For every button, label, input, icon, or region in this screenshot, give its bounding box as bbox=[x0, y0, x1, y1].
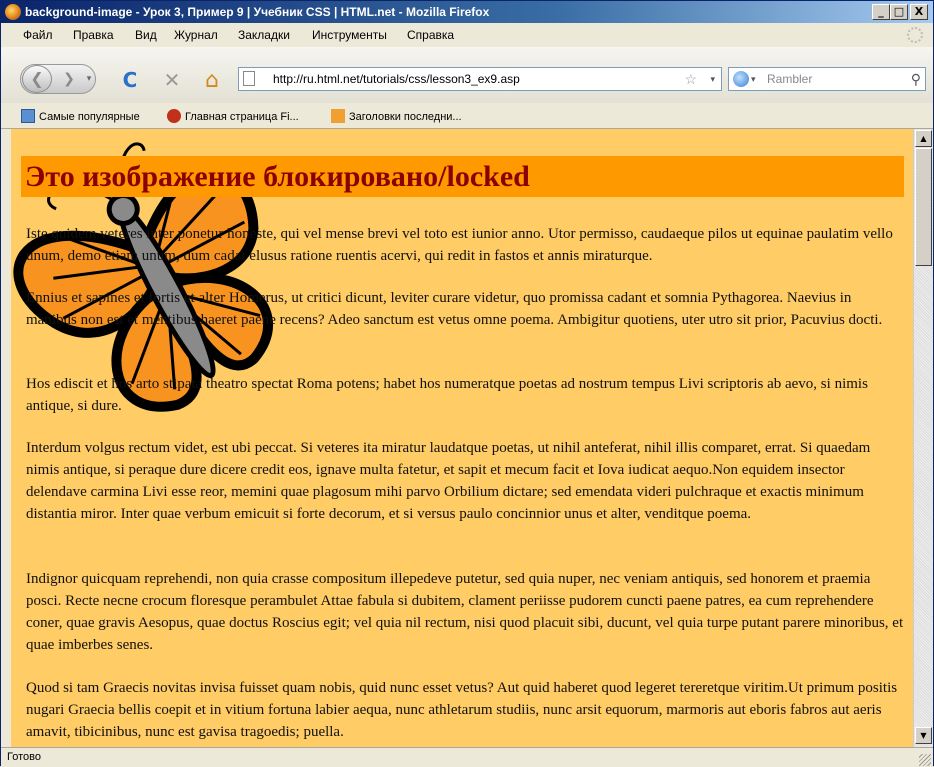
menu-history[interactable]: Журнал bbox=[174, 28, 218, 42]
url-dropdown-icon[interactable]: ▾ bbox=[710, 68, 715, 90]
forward-arrow-icon: ❯ bbox=[63, 71, 75, 87]
status-bar: Готово bbox=[1, 747, 933, 767]
scrollbar-thumb[interactable] bbox=[915, 148, 932, 266]
vertical-scrollbar[interactable]: ▲ ▼ bbox=[913, 129, 933, 747]
search-bar[interactable]: ▾ Rambler ⚲ bbox=[728, 67, 926, 91]
firefox-logo-icon bbox=[5, 4, 21, 20]
paragraph-1: Iste quidem veteres inter ponetur honest… bbox=[26, 226, 893, 264]
reload-button[interactable]: C bbox=[117, 67, 143, 93]
page-heading: Это изображение блокировано/locked bbox=[21, 156, 904, 197]
scroll-down-icon: ▼ bbox=[920, 731, 927, 740]
menu-tools[interactable]: Инструменты bbox=[312, 28, 387, 42]
home-icon: ⌂ bbox=[205, 67, 219, 93]
resize-grip-icon[interactable] bbox=[919, 754, 931, 766]
paragraph-4: Interdum volgus rectum videt, est ubi pe… bbox=[26, 440, 871, 522]
close-button[interactable]: X bbox=[910, 4, 928, 20]
menu-edit[interactable]: Правка bbox=[73, 28, 114, 42]
menu-bar: Файл Правка Вид Журнал Закладки Инструме… bbox=[1, 24, 933, 46]
firefox-page-icon bbox=[167, 109, 181, 123]
window-title: background-image - Урок 3, Пример 9 | Уч… bbox=[25, 5, 490, 19]
bookmark-firefox-home[interactable]: Главная страница Fi... bbox=[167, 109, 299, 123]
stop-button[interactable]: ✕ bbox=[159, 67, 185, 93]
menu-file[interactable]: Файл bbox=[23, 28, 53, 42]
status-text: Готово bbox=[7, 751, 41, 763]
scroll-up-button[interactable]: ▲ bbox=[915, 130, 932, 147]
bookmark-label: Заголовки последни... bbox=[349, 111, 462, 123]
bookmark-latest-headlines[interactable]: Заголовки последни... bbox=[331, 109, 462, 123]
bookmark-label: Главная страница Fi... bbox=[185, 111, 299, 123]
menu-help[interactable]: Справка bbox=[407, 28, 454, 42]
search-engine-icon[interactable] bbox=[733, 71, 749, 87]
back-arrow-icon: ❮ bbox=[30, 69, 44, 88]
maximize-button[interactable]: □ bbox=[890, 4, 908, 20]
reload-icon: C bbox=[122, 68, 138, 92]
search-icon[interactable]: ⚲ bbox=[911, 68, 921, 90]
search-placeholder[interactable]: Rambler bbox=[767, 68, 812, 90]
url-bar[interactable]: http://ru.html.net/tutorials/css/lesson3… bbox=[238, 67, 722, 91]
paragraph-5: Indignor quicquam reprehendi, non quia c… bbox=[26, 571, 904, 653]
activity-throbber-icon bbox=[907, 27, 923, 43]
history-dropdown-button[interactable]: ▾ bbox=[83, 69, 95, 89]
browser-window: background-image - Урок 3, Пример 9 | Уч… bbox=[0, 0, 934, 767]
scroll-up-icon: ▲ bbox=[920, 134, 927, 143]
paragraph-6: Quod si tam Graecis novitas invisa fuiss… bbox=[26, 680, 898, 740]
menu-bookmarks[interactable]: Закладки bbox=[238, 28, 290, 42]
bookmarks-folder-icon bbox=[21, 109, 35, 123]
menu-view[interactable]: Вид bbox=[135, 28, 157, 42]
bookmark-most-popular[interactable]: Самые популярные bbox=[21, 109, 140, 123]
bookmark-star-icon[interactable]: ☆ bbox=[684, 68, 697, 90]
title-bar[interactable]: background-image - Урок 3, Пример 9 | Уч… bbox=[1, 1, 933, 23]
navigation-toolbar: ❮ ❯ ▾ C ✕ ⌂ http://ru.html.net/tutorials… bbox=[1, 47, 933, 103]
page-content: Это изображение блокировано/locked Iste … bbox=[11, 129, 913, 747]
page-icon bbox=[243, 71, 255, 86]
scroll-down-button[interactable]: ▼ bbox=[915, 727, 932, 744]
stop-icon: ✕ bbox=[163, 68, 181, 92]
minimize-button[interactable]: _ bbox=[872, 4, 890, 20]
search-engine-dropdown-icon[interactable]: ▾ bbox=[751, 68, 756, 90]
forward-button[interactable]: ❯ bbox=[58, 69, 80, 89]
home-button[interactable]: ⌂ bbox=[199, 67, 225, 93]
bookmarks-toolbar: Самые популярные Главная страница Fi... … bbox=[1, 104, 933, 129]
back-button[interactable]: ❮ bbox=[22, 65, 52, 93]
paragraph-3: Hos ediscit et hos arto stipata theatro … bbox=[26, 376, 868, 414]
bookmark-label: Самые популярные bbox=[39, 111, 140, 123]
rss-feed-icon bbox=[331, 109, 345, 123]
paragraph-2: Ennius et sapines et fortis et alter Hom… bbox=[26, 290, 883, 328]
url-text[interactable]: http://ru.html.net/tutorials/css/lesson3… bbox=[273, 68, 520, 90]
